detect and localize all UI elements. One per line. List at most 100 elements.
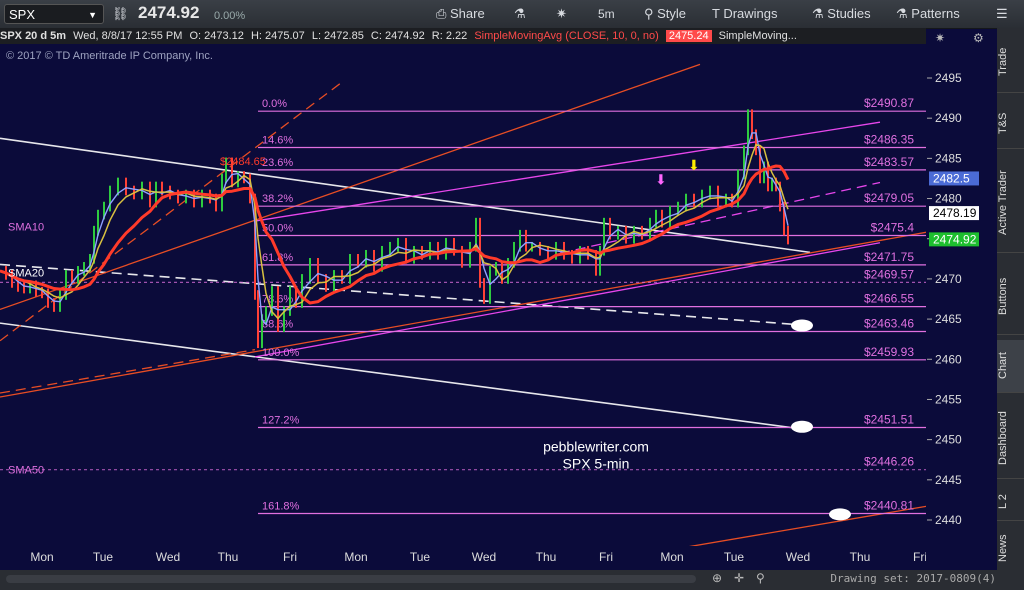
fib-price-label: $2479.05 xyxy=(864,191,914,205)
link-icon[interactable]: ⛓ xyxy=(112,5,129,23)
sma2-study-label: SimpleMoving... xyxy=(718,30,797,42)
watermark-text: pebblewriter.com xyxy=(543,439,649,455)
copyright-notice: © 2017 © TD Ameritrade IP Company, Inc. xyxy=(6,50,213,62)
settings-icon: ⚙ xyxy=(973,31,984,45)
fib-price-label: $2459.93 xyxy=(864,345,914,359)
patterns-icon: ⚗ xyxy=(896,6,912,21)
patterns-label: Patterns xyxy=(911,6,960,21)
fib-percent-label: 23.6% xyxy=(262,157,293,169)
time-axis-label: Thu xyxy=(536,550,557,564)
tab-dashboard[interactable]: Dashboard xyxy=(997,398,1024,479)
top-toolbar: SPX ▼ ⛓ 2474.92 0.00% ⎙ Share ⚗ ✷ 5m ⚲ St… xyxy=(0,0,1024,29)
target-marker xyxy=(791,420,813,433)
last-price: 2474.92 xyxy=(138,3,200,22)
down-arrow-icon: ⬇ xyxy=(688,157,700,173)
time-axis-label: Wed xyxy=(786,550,810,564)
menu-icon[interactable]: ☰ xyxy=(996,5,1008,23)
axis-tick-label: 2495 xyxy=(935,71,962,85)
time-axis-label: Mon xyxy=(660,550,683,564)
flask-icon[interactable]: ⚗ xyxy=(514,5,526,23)
drawings-label: Drawings xyxy=(723,6,778,21)
chart-description: SPX 20 d 5m xyxy=(0,30,67,42)
style-label: Style xyxy=(657,6,687,21)
studies-button[interactable]: ⚗ Studies xyxy=(812,5,871,23)
time-axis-label: Wed xyxy=(472,550,496,564)
search-icon[interactable]: ⚲ xyxy=(756,571,765,585)
time-axis-label: Tue xyxy=(410,550,431,564)
share-label: Share xyxy=(450,6,485,21)
down-arrow-icon: ⬇ xyxy=(655,172,667,188)
fib-percent-label: 14.6% xyxy=(262,135,293,147)
gear-icon[interactable]: ✷ xyxy=(556,5,567,23)
price-axis[interactable]: 2440244524502455246024652470247524802485… xyxy=(927,28,997,570)
zoom-icon[interactable]: ⊕ xyxy=(712,571,722,585)
scrollbar[interactable] xyxy=(6,575,696,583)
tab-level2[interactable]: L 2 xyxy=(997,484,1024,521)
time-axis-label: Tue xyxy=(724,550,745,564)
bar-open: O: 2473.12 xyxy=(189,30,244,42)
change-percent: 0.00% xyxy=(214,10,246,22)
sma-label: SMA10 xyxy=(8,222,44,234)
studies-icon: ⚗ xyxy=(812,6,828,21)
fib-price-label: $2490.87 xyxy=(864,96,914,110)
time-axis-label: Fri xyxy=(283,550,297,564)
annotation-label: $2484.65 xyxy=(220,156,266,168)
tab-chart[interactable]: Chart xyxy=(997,340,1024,393)
drawings-button[interactable]: T Drawings xyxy=(712,5,778,23)
axis-tick-label: 2440 xyxy=(935,513,962,527)
tab-news[interactable]: News xyxy=(997,526,1024,571)
watermark-text: SPX 5-min xyxy=(563,456,630,472)
sma-study-label: SimpleMovingAvg (CLOSE, 10, 0, no) xyxy=(474,30,659,42)
drawing-set-label: Drawing set: 2017-0809(4) xyxy=(830,572,996,585)
fib-price-label: $2475.4 xyxy=(871,221,915,235)
time-axis-label: Mon xyxy=(344,550,367,564)
patterns-button[interactable]: ⚗ Patterns xyxy=(896,5,960,23)
fib-price-label: $2471.75 xyxy=(864,250,914,264)
bar-close: C: 2474.92 xyxy=(370,30,425,42)
studies-label: Studies xyxy=(827,6,871,21)
style-button[interactable]: ⚲ Style xyxy=(644,5,686,23)
bar-datetime: Wed, 8/8/17 12:55 PM xyxy=(73,30,183,42)
target-marker xyxy=(829,508,851,521)
fib-percent-label: 127.2% xyxy=(262,415,300,427)
fib-price-label: $2466.55 xyxy=(864,292,914,306)
chart-info-bar: SPX 20 d 5m Wed, 8/8/17 12:55 PM O: 2473… xyxy=(0,28,926,44)
time-axis[interactable]: Mon Tue Wed Thu Fri Mon Tue Wed Thu Fri Mon Tue Wed T… xyxy=(0,546,926,570)
tab-trade[interactable]: Trade xyxy=(997,32,1024,93)
bar-high: H: 2475.07 xyxy=(250,30,305,42)
sma-study-value: 2475.24 xyxy=(665,30,712,42)
target-marker xyxy=(791,319,813,332)
gear-icon: ✷ xyxy=(935,31,945,45)
fib-price-label: $2446.26 xyxy=(864,455,914,469)
sma-label: SMA50 xyxy=(8,464,44,476)
fib-price-label: $2451.51 xyxy=(864,413,914,427)
tab-buttons[interactable]: Buttons xyxy=(997,258,1024,335)
price-chart[interactable]: 0.0% $2490.87 14.6% $2486.35 23.6% $2483.57 38… xyxy=(0,44,926,546)
fib-percent-label: 38.2% xyxy=(262,193,293,205)
time-axis-label: Thu xyxy=(218,550,239,564)
time-axis-label: Mon xyxy=(30,550,53,564)
tab-time-sales[interactable]: T&S xyxy=(997,98,1024,149)
chevron-down-icon: ▼ xyxy=(88,10,97,20)
sma-label: SMA20 xyxy=(8,267,44,279)
timeframe-button[interactable]: 5m xyxy=(598,5,615,23)
crosshair-icon[interactable]: ✛ xyxy=(734,571,744,585)
tab-active-trader[interactable]: Active Trader xyxy=(997,154,1024,253)
bar-low: L: 2472.85 xyxy=(311,30,364,42)
share-button[interactable]: ⎙ Share xyxy=(436,5,485,23)
fib-percent-label: 0.0% xyxy=(262,98,287,110)
fib-price-label: $2440.81 xyxy=(864,498,914,512)
axis-tick-label: 2445 xyxy=(935,473,962,487)
fib-price-label: $2486.35 xyxy=(864,133,914,147)
drawings-icon: T xyxy=(712,6,724,21)
price-badge-label: 2478.19 xyxy=(933,206,977,220)
symbol-selector[interactable]: SPX ▼ xyxy=(4,4,104,24)
axis-tick-label: 2480 xyxy=(935,192,962,206)
time-axis-label: Thu xyxy=(850,550,871,564)
axis-tick-label: 2485 xyxy=(935,151,962,165)
fib-price-label: $2469.57 xyxy=(864,267,914,281)
share-icon: ⎙ xyxy=(436,6,451,21)
time-axis-label: Wed xyxy=(156,550,180,564)
axis-tick-label: 2490 xyxy=(935,111,962,125)
time-axis-label: Tue xyxy=(93,550,114,564)
